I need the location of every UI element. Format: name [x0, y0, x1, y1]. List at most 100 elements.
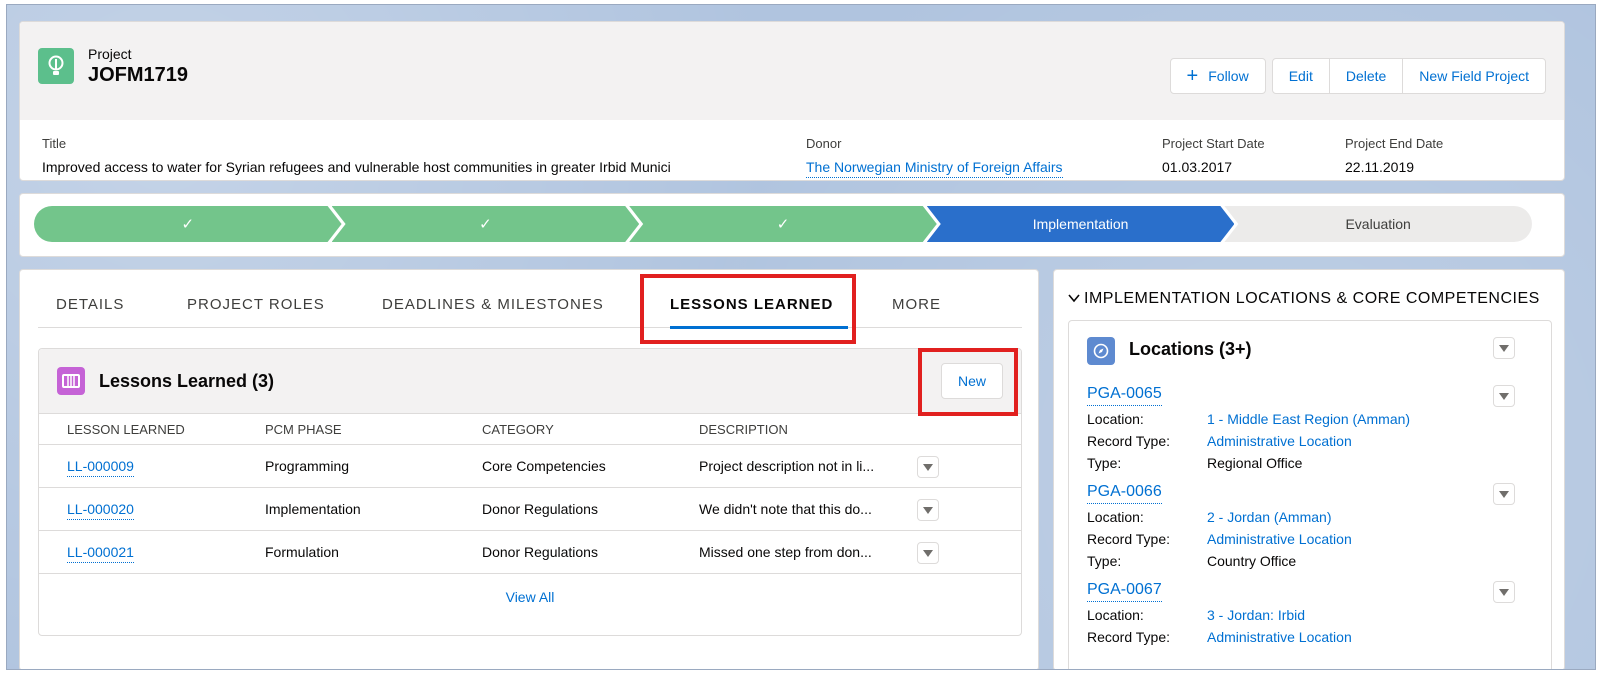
- type-label: Type:: [1087, 553, 1122, 569]
- tab-details[interactable]: DETAILS: [56, 296, 124, 313]
- title-value: Improved access to water for Syrian refu…: [42, 159, 671, 175]
- column-header-lesson[interactable]: LESSON LEARNED: [67, 422, 185, 437]
- row-actions-dropdown[interactable]: [917, 542, 939, 564]
- column-header-description[interactable]: DESCRIPTION: [699, 422, 788, 437]
- stage-implementation[interactable]: Implementation: [927, 206, 1235, 242]
- stage-path: ✓ ✓ ✓ Implementation Evaluation: [34, 206, 1532, 242]
- type-value: Regional Office: [1207, 455, 1303, 471]
- stage-evaluation[interactable]: Evaluation: [1224, 206, 1532, 242]
- tab-more[interactable]: MORE: [892, 296, 941, 313]
- path-card: ✓ ✓ ✓ Implementation Evaluation: [19, 193, 1565, 257]
- record-type-value[interactable]: Administrative Location: [1207, 629, 1352, 645]
- new-field-project-button[interactable]: New Field Project: [1402, 58, 1546, 94]
- follow-button[interactable]: + Follow: [1169, 58, 1266, 94]
- locations-title: Locations (3+): [1129, 339, 1252, 359]
- stage-2-complete[interactable]: ✓: [332, 206, 640, 242]
- record-type-label: Record Type:: [1087, 531, 1171, 547]
- plus-icon: +: [1186, 65, 1199, 87]
- category-cell: Core Competencies: [482, 458, 606, 474]
- section-toggle[interactable]: IMPLEMENTATION LOCATIONS & CORE COMPETEN…: [1068, 290, 1540, 308]
- category-cell: Donor Regulations: [482, 544, 598, 560]
- item-actions-dropdown[interactable]: [1493, 483, 1515, 505]
- tab-project-roles[interactable]: PROJECT ROLES: [187, 296, 325, 313]
- record-type-label: Record Type:: [1087, 629, 1171, 645]
- item-actions-dropdown[interactable]: [1493, 581, 1515, 603]
- check-icon: ✓: [181, 216, 195, 233]
- location-link[interactable]: PGA-0067: [1087, 581, 1162, 602]
- check-icon: ✓: [776, 216, 790, 233]
- donor-field: Donor The Norwegian Ministry of Foreign …: [806, 136, 1063, 178]
- chevron-down-icon: [1499, 588, 1509, 596]
- highlight-box-lessons-tab: [640, 274, 856, 344]
- highlight-box-new-button: [918, 348, 1018, 416]
- start-date-label: Project Start Date: [1162, 136, 1265, 151]
- app-frame: Project JOFM1719 + Follow Edit Delete Ne…: [6, 4, 1596, 670]
- table-header: LESSON LEARNED PCM PHASE CATEGORY DESCRI…: [39, 413, 1021, 445]
- check-icon: ✓: [479, 216, 492, 233]
- stage-1-complete[interactable]: ✓: [34, 206, 342, 242]
- phase-cell: Formulation: [265, 544, 339, 560]
- end-date-field: Project End Date 22.11.2019: [1345, 136, 1443, 175]
- phase-cell: Programming: [265, 458, 350, 474]
- action-button-group: Edit Delete New Field Project: [1271, 58, 1546, 94]
- lesson-link[interactable]: LL-000009: [67, 458, 134, 477]
- header-actions: + Follow Edit Delete New Field Project: [1169, 58, 1546, 94]
- delete-button[interactable]: Delete: [1328, 58, 1404, 94]
- location-link[interactable]: PGA-0065: [1087, 385, 1162, 406]
- lessons-learned-list: Lessons Learned (3) New LESSON LEARNED P…: [38, 348, 1022, 636]
- record-header: Project JOFM1719 + Follow Edit Delete Ne…: [19, 21, 1565, 181]
- location-label: Location:: [1087, 607, 1144, 623]
- tabs-card: DETAILS PROJECT ROLES DEADLINES & MILEST…: [19, 269, 1039, 669]
- follow-label: Follow: [1208, 68, 1249, 84]
- record-type-value[interactable]: Administrative Location: [1207, 531, 1352, 547]
- chevron-down-icon: [1499, 344, 1509, 352]
- description-cell: Missed one step from don...: [699, 544, 872, 560]
- table-row: LL-000020 Implementation Donor Regulatio…: [39, 488, 1021, 531]
- lightbulb-icon: [38, 48, 74, 84]
- record-type-value[interactable]: Administrative Location: [1207, 433, 1352, 449]
- lesson-link[interactable]: LL-000020: [67, 501, 134, 520]
- column-header-phase[interactable]: PCM PHASE: [265, 422, 342, 437]
- stage-label: Implementation: [1032, 216, 1129, 232]
- location-value[interactable]: 2 - Jordan (Amman): [1207, 509, 1331, 525]
- chevron-down-icon: [923, 506, 933, 514]
- description-cell: We didn't note that this do...: [699, 501, 872, 517]
- location-label: Location:: [1087, 411, 1144, 427]
- edit-button[interactable]: Edit: [1271, 58, 1330, 94]
- phase-cell: Implementation: [265, 501, 361, 517]
- end-date-label: Project End Date: [1345, 136, 1444, 151]
- location-link[interactable]: PGA-0066: [1087, 483, 1162, 504]
- donor-link[interactable]: The Norwegian Ministry of Foreign Affair…: [806, 159, 1063, 178]
- title-field: Title Improved access to water for Syria…: [42, 136, 671, 175]
- row-actions-dropdown[interactable]: [917, 456, 939, 478]
- item-actions-dropdown[interactable]: [1493, 385, 1515, 407]
- lesson-link[interactable]: LL-000021: [67, 544, 134, 563]
- record-name: JOFM1719: [88, 64, 189, 86]
- start-date-value: 01.03.2017: [1162, 159, 1233, 175]
- chevron-down-icon: [1499, 392, 1509, 400]
- tab-deadlines-milestones[interactable]: DEADLINES & MILESTONES: [382, 296, 604, 313]
- stage-3-complete[interactable]: ✓: [629, 206, 937, 242]
- view-all-link[interactable]: View All: [39, 589, 1021, 605]
- list-actions-dropdown[interactable]: [1493, 337, 1515, 359]
- table-row: LL-000009 Programming Core Competencies …: [39, 445, 1021, 488]
- object-type-label: Project: [88, 46, 132, 62]
- type-value: Country Office: [1207, 553, 1297, 569]
- chevron-down-icon: [923, 549, 933, 557]
- column-header-category[interactable]: CATEGORY: [482, 422, 554, 437]
- locations-section-card: IMPLEMENTATION LOCATIONS & CORE COMPETEN…: [1053, 269, 1565, 669]
- location-label: Location:: [1087, 509, 1144, 525]
- row-actions-dropdown[interactable]: [917, 499, 939, 521]
- start-date-field: Project Start Date 01.03.2017: [1162, 136, 1265, 175]
- location-value[interactable]: 3 - Jordan: Irbid: [1207, 607, 1305, 623]
- chevron-down-icon: [1499, 490, 1509, 498]
- end-date-value: 22.11.2019: [1345, 159, 1415, 175]
- compass-icon: [1087, 337, 1115, 365]
- title-label: Title: [42, 136, 67, 151]
- table-row: LL-000021 Formulation Donor Regulations …: [39, 531, 1021, 574]
- category-cell: Donor Regulations: [482, 501, 598, 517]
- tab-bar: DETAILS PROJECT ROLES DEADLINES & MILEST…: [38, 270, 1022, 329]
- location-value[interactable]: 1 - Middle East Region (Amman): [1207, 411, 1410, 427]
- donor-label: Donor: [806, 136, 842, 151]
- locations-list: Locations (3+) PGA-0065 Location: 1 - Mi…: [1068, 320, 1552, 669]
